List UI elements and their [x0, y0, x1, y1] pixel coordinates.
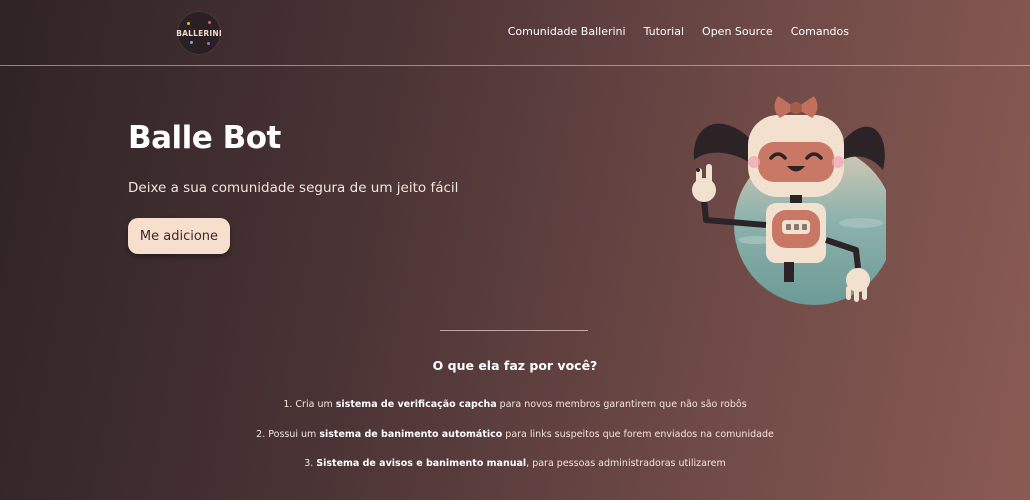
robot-hand-left: [692, 178, 716, 202]
feature-item: 1. Cria um sistema de verificação capcha…: [283, 399, 747, 410]
nav-link-tutorial[interactable]: Tutorial: [644, 25, 684, 38]
logo-confetti: [207, 42, 210, 45]
logo-text: BALLERINI: [176, 28, 222, 38]
logo-confetti: [190, 41, 193, 44]
nav-link-open-source[interactable]: Open Source: [702, 25, 773, 38]
main-nav: Comunidade Ballerini Tutorial Open Sourc…: [508, 25, 849, 38]
hero-title: Balle Bot: [128, 120, 281, 156]
feature-item: 3. Sistema de avisos e banimento manual,…: [304, 458, 726, 469]
logo-confetti: [187, 22, 190, 25]
add-bot-button[interactable]: Me adicione: [128, 218, 230, 254]
logo-confetti: [208, 21, 211, 24]
ballerini-logo[interactable]: BALLERINI: [176, 12, 222, 54]
feature-item: 2. Possui um sistema de banimento automá…: [256, 428, 774, 440]
hero-subtitle: Deixe a sua comunidade segura de um jeit…: [128, 180, 459, 196]
nav-link-comunidade[interactable]: Comunidade Ballerini: [508, 25, 626, 38]
features-title: O que ela faz por você?: [432, 358, 598, 373]
top-navbar: BALLERINI Comunidade Ballerini Tutorial …: [0, 0, 1030, 66]
features-list: 1. Cria um sistema de verificação capcha…: [0, 399, 1030, 488]
nav-link-comandos[interactable]: Comandos: [791, 25, 849, 38]
section-divider: [440, 330, 588, 331]
robot-face: [758, 142, 834, 182]
robot-girl-waving-icon: [692, 96, 886, 305]
